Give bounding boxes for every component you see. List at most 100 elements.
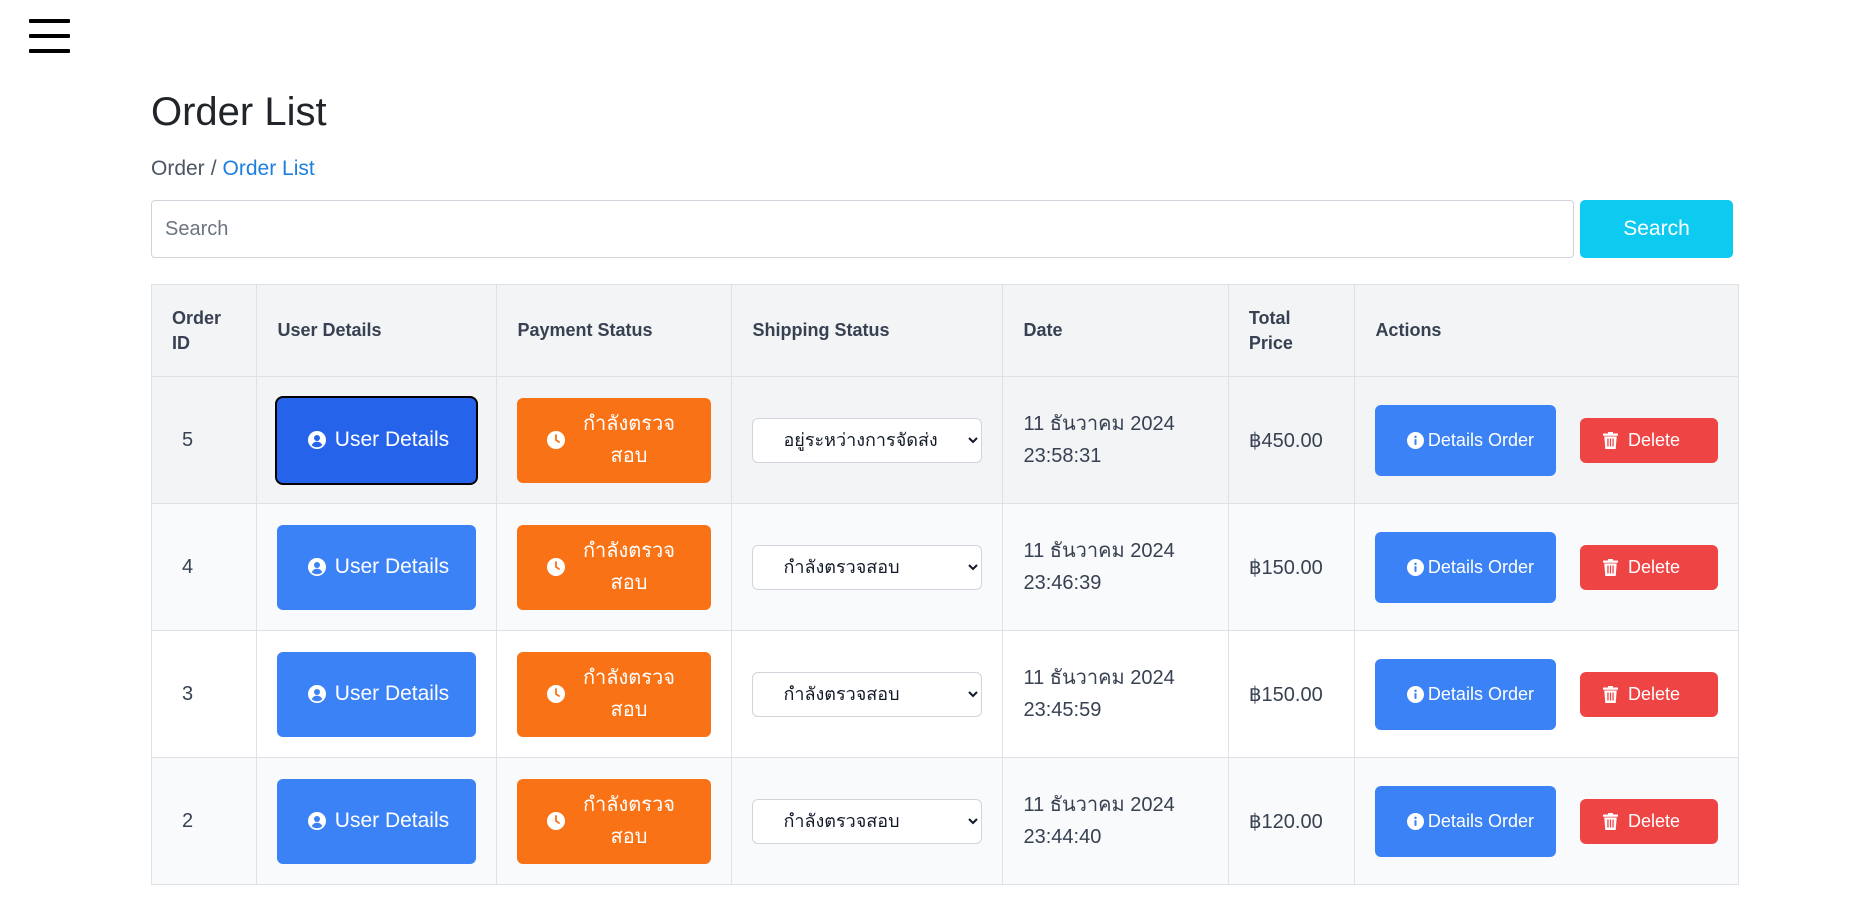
main-content: Order List Order/ Order List Search Order… bbox=[150, 84, 1739, 885]
order-id: 4 bbox=[182, 555, 194, 578]
header-actions: Actions bbox=[1354, 284, 1739, 377]
breadcrumb-current[interactable]: Order List bbox=[223, 157, 315, 180]
actions-cell: Details Order Delete bbox=[1354, 630, 1739, 758]
header-date: Date bbox=[1002, 284, 1229, 377]
breadcrumb: Order / Order List bbox=[151, 156, 1739, 182]
order-id: 5 bbox=[182, 428, 194, 451]
shipping-status-select[interactable]: อยู่ระหว่างการจัดส่ง bbox=[752, 417, 983, 463]
delete-button[interactable]: Delete bbox=[1580, 798, 1718, 844]
user-details-label: User Details bbox=[334, 555, 450, 578]
delete-button[interactable]: Delete bbox=[1580, 417, 1718, 463]
delete-label: Delete bbox=[1628, 810, 1681, 831]
info-circle-icon bbox=[1405, 557, 1425, 577]
clock-icon bbox=[546, 557, 566, 577]
payment-status-button[interactable]: กำลังตรวจสอบ bbox=[517, 397, 712, 483]
details-order-label: Details Order bbox=[1427, 810, 1534, 831]
payment-status-cell: กำลังตรวจสอบ bbox=[496, 376, 733, 504]
payment-status-label: กำลังตรวจสอบ bbox=[582, 667, 675, 721]
date-cell: 11 ธันวาคม 2024 23:58:31 bbox=[1002, 376, 1229, 504]
total-price-cell: ฿120.00 bbox=[1227, 757, 1356, 885]
shipping-status-cell: กำลังตรวจสอบ bbox=[731, 757, 1004, 885]
date-cell: 11 ธันวาคม 2024 23:46:39 bbox=[1002, 503, 1229, 631]
user-circle-icon bbox=[307, 557, 327, 577]
details-order-label: Details Order bbox=[1427, 683, 1534, 704]
delete-label: Delete bbox=[1628, 556, 1681, 577]
details-order-button[interactable]: Details Order bbox=[1375, 658, 1557, 730]
shipping-status-select[interactable]: กำลังตรวจสอบ bbox=[752, 671, 983, 717]
table-row: 3 User Details กำลังตรวจสอบ กำลังตรวจสอบ… bbox=[150, 630, 1739, 758]
hamburger-menu-icon[interactable] bbox=[29, 19, 70, 53]
shipping-status-cell: อยู่ระหว่างการจัดส่ง bbox=[731, 376, 1004, 504]
actions-cell: Details Order Delete bbox=[1354, 757, 1739, 885]
header-shipping-status: Shipping Status bbox=[731, 284, 1004, 377]
order-id-cell: 2 bbox=[150, 757, 258, 885]
table-header-row: Order ID User Details Payment Status Shi… bbox=[150, 284, 1739, 377]
total-price-cell: ฿450.00 bbox=[1227, 376, 1356, 504]
search-button[interactable]: Search bbox=[1580, 200, 1733, 258]
delete-label: Delete bbox=[1628, 429, 1681, 450]
order-id-cell: 5 bbox=[150, 376, 258, 504]
user-details-label: User Details bbox=[334, 682, 450, 705]
details-order-button[interactable]: Details Order bbox=[1375, 404, 1557, 476]
orders-table: Order ID User Details Payment Status Shi… bbox=[150, 284, 1739, 885]
search-input[interactable] bbox=[151, 200, 1574, 258]
info-circle-icon bbox=[1405, 430, 1425, 450]
user-details-cell: User Details bbox=[256, 630, 498, 758]
total-price: ฿150.00 bbox=[1248, 683, 1323, 706]
user-details-button[interactable]: User Details bbox=[277, 778, 477, 864]
total-price-cell: ฿150.00 bbox=[1227, 503, 1356, 631]
payment-status-label: กำลังตรวจสอบ bbox=[582, 540, 675, 594]
delete-label: Delete bbox=[1628, 683, 1681, 704]
user-circle-icon bbox=[307, 684, 327, 704]
header-user-details: User Details bbox=[256, 284, 498, 377]
table-row: 4 User Details กำลังตรวจสอบ กำลังตรวจสอบ… bbox=[150, 503, 1739, 631]
clock-icon bbox=[546, 430, 566, 450]
date-cell: 11 ธันวาคม 2024 23:44:40 bbox=[1002, 757, 1229, 885]
payment-status-cell: กำลังตรวจสอบ bbox=[496, 503, 733, 631]
order-date: 11 ธันวาคม 2024 23:44:40 bbox=[1023, 794, 1175, 848]
info-circle-icon bbox=[1405, 811, 1425, 831]
actions-cell: Details Order Delete bbox=[1354, 503, 1739, 631]
page-title: Order List bbox=[151, 90, 327, 134]
breadcrumb-separator: / bbox=[210, 157, 217, 180]
user-details-cell: User Details bbox=[256, 757, 498, 885]
total-price: ฿450.00 bbox=[1248, 429, 1323, 452]
user-details-button[interactable]: User Details bbox=[277, 651, 477, 737]
delete-button[interactable]: Delete bbox=[1580, 671, 1718, 717]
order-date: 11 ธันวาคม 2024 23:46:39 bbox=[1023, 540, 1175, 594]
trash-icon bbox=[1600, 684, 1620, 704]
header-payment-status: Payment Status bbox=[496, 284, 733, 377]
order-date: 11 ธันวาคม 2024 23:45:59 bbox=[1023, 667, 1175, 721]
user-details-button[interactable]: User Details bbox=[277, 524, 477, 610]
trash-icon bbox=[1600, 430, 1620, 450]
payment-status-button[interactable]: กำลังตรวจสอบ bbox=[517, 778, 712, 864]
breadcrumb-parent[interactable]: Order bbox=[151, 157, 205, 180]
actions-cell: Details Order Delete bbox=[1354, 376, 1739, 504]
shipping-status-select[interactable]: กำลังตรวจสอบ bbox=[752, 544, 983, 590]
date-cell: 11 ธันวาคม 2024 23:45:59 bbox=[1002, 630, 1229, 758]
clock-icon bbox=[546, 811, 566, 831]
order-id-cell: 3 bbox=[150, 630, 258, 758]
header-total-price: Total Price bbox=[1227, 284, 1356, 377]
user-details-cell: User Details bbox=[256, 376, 498, 504]
payment-status-button[interactable]: กำลังตรวจสอบ bbox=[517, 524, 712, 610]
user-details-button[interactable]: User Details bbox=[277, 397, 477, 483]
order-id-cell: 4 bbox=[150, 503, 258, 631]
user-circle-icon bbox=[307, 811, 327, 831]
search-bar: Search bbox=[151, 200, 1739, 258]
table-row: 5 User Details กำลังตรวจสอบ อยู่ระหว่างก… bbox=[150, 376, 1739, 504]
user-details-label: User Details bbox=[334, 428, 450, 451]
payment-status-cell: กำลังตรวจสอบ bbox=[496, 630, 733, 758]
shipping-status-cell: กำลังตรวจสอบ bbox=[731, 503, 1004, 631]
payment-status-cell: กำลังตรวจสอบ bbox=[496, 757, 733, 885]
total-price: ฿120.00 bbox=[1248, 810, 1323, 833]
shipping-status-select[interactable]: กำลังตรวจสอบ bbox=[752, 798, 983, 844]
payment-status-label: กำลังตรวจสอบ bbox=[582, 794, 675, 848]
details-order-button[interactable]: Details Order bbox=[1375, 531, 1557, 603]
header-order-id: Order ID bbox=[150, 284, 258, 377]
table-row: 2 User Details กำลังตรวจสอบ กำลังตรวจสอบ… bbox=[150, 757, 1739, 885]
payment-status-button[interactable]: กำลังตรวจสอบ bbox=[517, 651, 712, 737]
delete-button[interactable]: Delete bbox=[1580, 544, 1718, 590]
details-order-button[interactable]: Details Order bbox=[1375, 785, 1557, 857]
info-circle-icon bbox=[1405, 684, 1425, 704]
